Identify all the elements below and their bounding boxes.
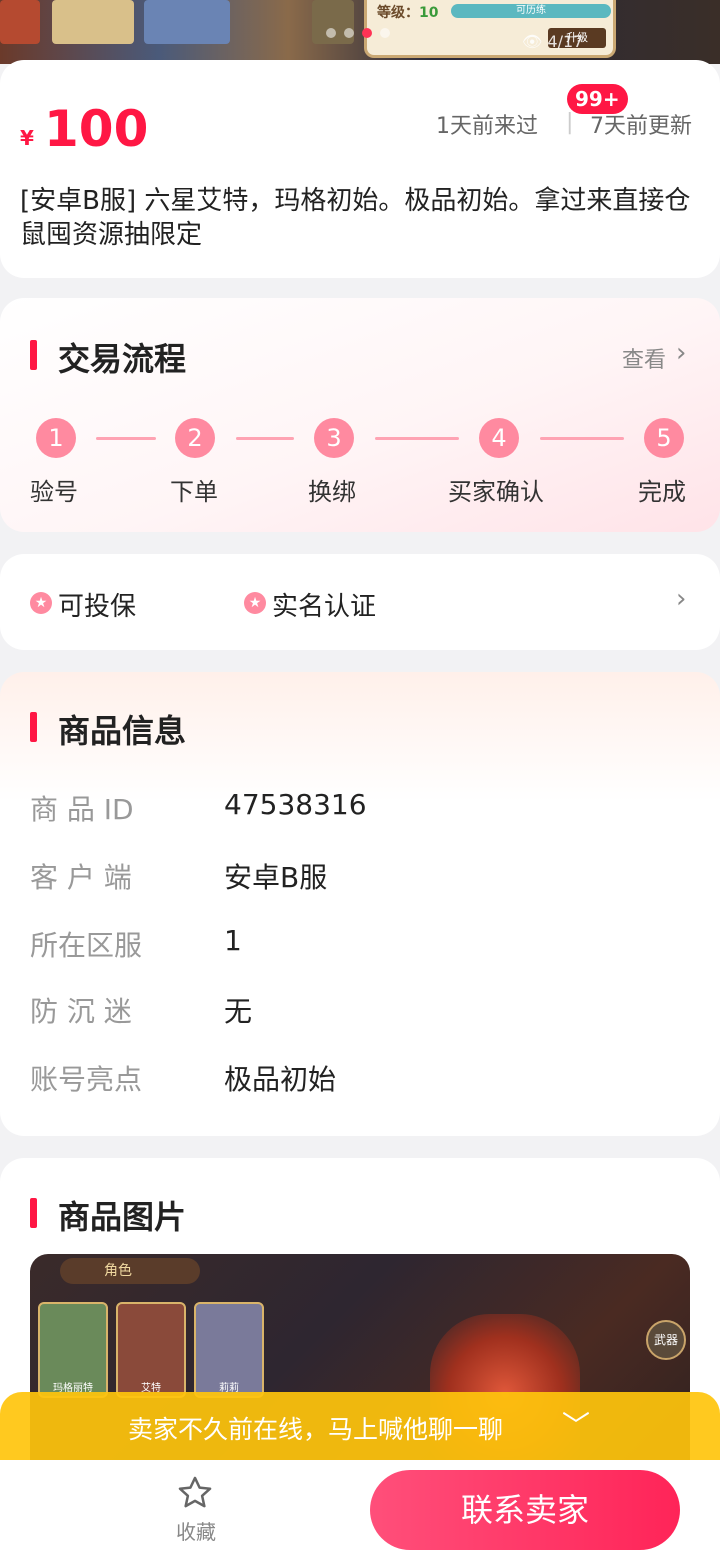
- banner-character-thumb: [144, 0, 230, 44]
- carousel-dot: [326, 28, 336, 38]
- real-name-label: 实名认证: [272, 592, 377, 622]
- banner-character-thumb: [52, 0, 134, 44]
- info-value-id: 47538316: [224, 788, 367, 821]
- info-key-server: 所在区服: [30, 929, 143, 962]
- step-3-circle: 3: [314, 418, 354, 458]
- star-icon[interactable]: [176, 1474, 214, 1512]
- info-key-highlight: 账号亮点: [30, 1063, 143, 1096]
- last-visited: 1天前来过: [436, 114, 538, 139]
- eye-icon: 👁: [522, 32, 543, 51]
- step-5-circle: 5: [644, 418, 684, 458]
- star-badge-icon: ★: [244, 592, 266, 614]
- listing-description: [安卓B服] 六星艾特，玛格初始。极品初始。拿过来直接仓鼠囤资源抽限定: [20, 186, 691, 250]
- favorite-label[interactable]: 收藏: [176, 1516, 216, 1545]
- weapon-button: 武器: [646, 1320, 686, 1360]
- character-card: 玛格丽特: [38, 1302, 108, 1398]
- level-label: 等级：10: [377, 5, 439, 21]
- contact-seller-button[interactable]: 联系卖家: [370, 1470, 680, 1550]
- info-value-anti-addiction: 无: [224, 995, 253, 1028]
- level-progress-bar: 可历练: [451, 4, 611, 18]
- price: 100: [44, 100, 149, 158]
- image-counter: 👁 4/17: [522, 32, 584, 51]
- trade-flow-title: 交易流程: [58, 340, 187, 378]
- step-5-label: 完成: [638, 478, 686, 506]
- info-value-server: 1: [224, 924, 242, 957]
- step-connector: [375, 437, 459, 440]
- carousel-dots: [326, 28, 390, 38]
- banner-character-thumb: [0, 0, 40, 44]
- info-value-client: 安卓B服: [224, 861, 328, 894]
- carousel-dot: [344, 28, 354, 38]
- currency-symbol: ¥: [20, 126, 34, 150]
- product-info-title: 商品信息: [58, 712, 187, 750]
- chevron-right-icon[interactable]: ›: [676, 338, 686, 368]
- step-2-label: 下单: [170, 478, 218, 506]
- carousel-dot-active: [362, 28, 372, 38]
- character-card: 莉莉: [194, 1302, 264, 1398]
- notice-text: 卖家不久前在线，马上喊他聊一聊: [128, 1415, 504, 1444]
- step-connector: [236, 437, 294, 440]
- section-marker: [30, 712, 37, 742]
- step-1-circle: 1: [36, 418, 76, 458]
- step-2-circle: 2: [175, 418, 215, 458]
- view-trade-flow-link[interactable]: 查看: [622, 342, 666, 374]
- info-key-id: 商 品 ID: [30, 793, 134, 826]
- product-images-title: 商品图片: [58, 1198, 187, 1236]
- seller-online-notice[interactable]: 卖家不久前在线，马上喊他聊一聊 ﹀: [0, 1392, 720, 1462]
- step-4-label: 买家确认: [448, 478, 544, 506]
- step-3-label: 换绑: [308, 478, 356, 506]
- image-carousel[interactable]: 等级：10 可历练 升级 👁 4/17: [0, 0, 720, 64]
- chevron-right-icon[interactable]: ›: [676, 584, 686, 614]
- info-key-anti-addiction: 防 沉 迷: [30, 995, 132, 1028]
- step-4-circle: 4: [479, 418, 519, 458]
- carousel-dot: [380, 28, 390, 38]
- character-card: 艾特: [116, 1302, 186, 1398]
- info-key-client: 客 户 端: [30, 861, 132, 894]
- divider: |: [566, 110, 574, 135]
- notification-badge[interactable]: 99+: [567, 84, 628, 114]
- section-marker: [30, 340, 37, 370]
- step-1-label: 验号: [30, 478, 78, 506]
- star-badge-icon: ★: [30, 592, 52, 614]
- info-value-highlight: 极品初始: [224, 1063, 337, 1096]
- chevron-down-icon[interactable]: ﹀: [562, 1404, 590, 1444]
- section-marker: [30, 1198, 37, 1228]
- step-connector: [540, 437, 624, 440]
- step-connector: [96, 437, 156, 440]
- game-tab: 角色: [60, 1258, 200, 1284]
- insurable-label: 可投保: [58, 592, 137, 622]
